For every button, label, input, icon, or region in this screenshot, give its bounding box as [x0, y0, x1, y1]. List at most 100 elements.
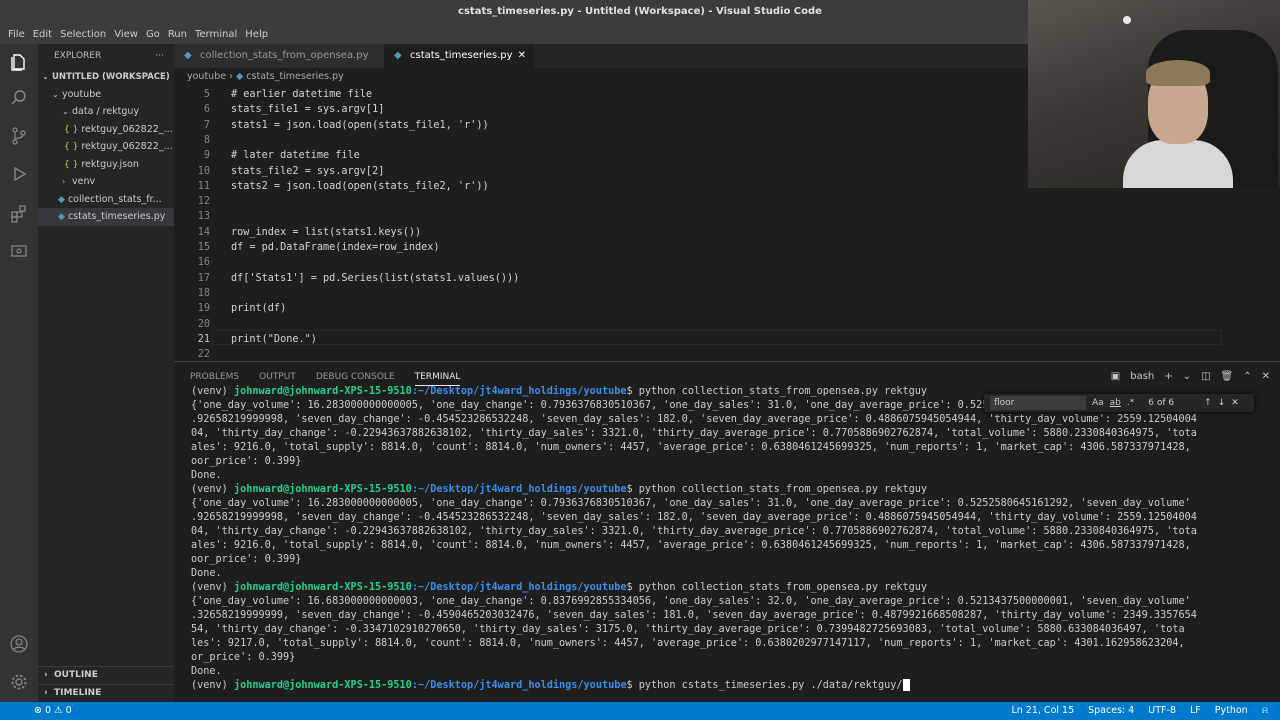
- account-icon[interactable]: [9, 634, 29, 654]
- activity-bar: [0, 44, 38, 702]
- prompt-venv: (venv): [191, 582, 234, 593]
- code-text: row_index = list(stats1.keys()): [231, 226, 422, 238]
- prompt-path: :~/Desktop/jt4ward_holdings/youtube: [411, 386, 627, 397]
- tab-cstats-timeseries[interactable]: ◆ cstats_timeseries.py ✕: [384, 44, 534, 68]
- problems-status[interactable]: ⊗ 0 ⚠ 0: [34, 702, 72, 720]
- chevron-down-icon[interactable]: ⌄: [1183, 368, 1191, 386]
- tab-collection-stats[interactable]: ◆ collection_stats_from_opensea.py: [174, 44, 384, 68]
- match-word-icon[interactable]: ab: [1110, 398, 1121, 408]
- code-line: 21 print("Done."): [174, 332, 1280, 347]
- panel-actions: ▣ bash + ⌄ ◫ 🗑 ⌃ ✕: [1111, 368, 1270, 386]
- code-line: 14 row_index = list(stats1.keys()): [174, 225, 1280, 240]
- tree-folder-youtube[interactable]: ⌄ youtube: [38, 86, 174, 104]
- search-icon[interactable]: [9, 88, 29, 108]
- outline-section[interactable]: › OUTLINE: [38, 666, 174, 683]
- split-terminal-icon[interactable]: ◫: [1201, 368, 1210, 386]
- menu-file[interactable]: File: [4, 29, 29, 40]
- trash-icon[interactable]: 🗑: [1221, 368, 1234, 386]
- menu-run[interactable]: Run: [164, 29, 191, 40]
- tree-folder-venv[interactable]: › venv: [38, 173, 174, 191]
- menu-selection[interactable]: Selection: [56, 29, 110, 40]
- line-number: 13: [197, 211, 210, 223]
- code-line: 12: [174, 194, 1280, 209]
- line-number: 20: [197, 318, 210, 330]
- tree-label: cstats_timeseries.py: [67, 211, 166, 222]
- tree-file-json[interactable]: { } rektguy.json: [38, 156, 174, 174]
- shell-select[interactable]: bash: [1130, 368, 1154, 386]
- tab-output[interactable]: OUTPUT: [259, 368, 296, 386]
- chevron-up-icon[interactable]: ⌃: [1243, 368, 1251, 386]
- menu-view[interactable]: View: [110, 29, 142, 40]
- close-icon[interactable]: ✕: [518, 44, 526, 68]
- terminal-cursor: [902, 679, 910, 691]
- more-actions-icon[interactable]: ···: [155, 44, 164, 68]
- arrow-up-icon[interactable]: ↑: [1204, 398, 1212, 408]
- python-file-icon: ◆: [235, 71, 244, 82]
- code-line: 20: [174, 317, 1280, 332]
- extensions-icon[interactable]: [9, 204, 29, 224]
- indentation[interactable]: Spaces: 4: [1088, 702, 1134, 720]
- line-ending[interactable]: LF: [1190, 702, 1201, 720]
- code-text: print("Done."): [231, 333, 317, 345]
- language-mode[interactable]: Python: [1215, 702, 1248, 720]
- line-number: 18: [197, 287, 210, 299]
- workspace-section[interactable]: ⌄ UNTITLED (WORKSPACE): [38, 68, 174, 86]
- notifications-icon[interactable]: ⍾: [1262, 702, 1268, 720]
- menu-help[interactable]: Help: [241, 29, 272, 40]
- panel-tabs: PROBLEMS OUTPUT DEBUG CONSOLE TERMINAL: [190, 368, 461, 386]
- menu-edit[interactable]: Edit: [29, 29, 56, 40]
- tree-file-py-selected[interactable]: ◆ cstats_timeseries.py: [38, 208, 174, 226]
- python-file-icon: ◆: [58, 194, 65, 205]
- find-input[interactable]: [990, 396, 1086, 410]
- run-debug-icon[interactable]: [9, 164, 29, 184]
- close-icon[interactable]: ✕: [1231, 398, 1239, 408]
- tab-terminal[interactable]: TERMINAL: [414, 368, 461, 386]
- add-terminal-icon[interactable]: +: [1164, 368, 1172, 386]
- source-control-icon[interactable]: [9, 126, 29, 146]
- terminal-output-line: .92658219999998, 'seven_day_change': -0.…: [191, 414, 1197, 425]
- python-file-icon: ◆: [58, 212, 65, 222]
- remote-icon[interactable]: [9, 242, 29, 262]
- line-number: 8: [203, 134, 210, 146]
- close-panel-icon[interactable]: ✕: [1262, 368, 1270, 386]
- menu-terminal[interactable]: Terminal: [191, 29, 241, 40]
- code-text: stats_file2 = sys.argv[2]: [231, 165, 385, 177]
- chevron-down-icon: ⌄: [52, 89, 59, 99]
- tab-label: collection_stats_from_opensea.py: [200, 50, 369, 61]
- tab-problems[interactable]: PROBLEMS: [190, 368, 239, 386]
- code-text: df['Stats1'] = pd.Series(list(stats1.val…: [231, 272, 520, 284]
- encoding[interactable]: UTF-8: [1148, 702, 1176, 720]
- prompt-path: :~/Desktop/jt4ward_holdings/youtube: [411, 680, 627, 691]
- files-icon[interactable]: [9, 52, 29, 72]
- cursor-position[interactable]: Ln 21, Col 15: [1011, 702, 1074, 720]
- arrow-down-icon[interactable]: ↓: [1218, 398, 1226, 408]
- code-text: stats1 = json.load(open(stats_file1, 'r'…: [231, 119, 489, 131]
- tree-folder-data-rektguy[interactable]: ⌄ data / rektguy: [38, 103, 174, 121]
- tab-debug-console[interactable]: DEBUG CONSOLE: [316, 368, 395, 386]
- gear-icon[interactable]: [9, 672, 29, 692]
- menu-go[interactable]: Go: [142, 29, 164, 40]
- tree-file-json[interactable]: { } rektguy_062822_...: [38, 138, 174, 156]
- line-number: 19: [197, 303, 210, 315]
- tree-file-py[interactable]: ◆ collection_stats_fr...: [38, 191, 174, 209]
- outline-label: OUTLINE: [54, 670, 98, 680]
- terminal-find-widget: Aa ab .* 6 of 6 ↑ ↓ ✕: [984, 394, 1254, 412]
- prompt-user: johnward@johnward-XPS-15-9510: [233, 386, 412, 397]
- code-line: 13: [174, 209, 1280, 224]
- tree-label: data / rektguy: [72, 106, 140, 117]
- timeline-label: TIMELINE: [54, 688, 102, 698]
- regex-icon[interactable]: .*: [1127, 398, 1134, 408]
- terminal-output-line: oor_price': 0.399}: [191, 456, 302, 467]
- tree-file-json[interactable]: { } rektguy_062822_...: [38, 121, 174, 139]
- code-text: # earlier datetime file: [231, 89, 373, 100]
- breadcrumb-folder[interactable]: youtube: [187, 71, 226, 82]
- timeline-section[interactable]: › TIMELINE: [38, 684, 174, 701]
- terminal-output[interactable]: (venv) johnward@johnward-XPS-15-9510:~/D…: [191, 385, 1277, 703]
- line-number: 10: [197, 165, 210, 177]
- line-number: 12: [197, 196, 210, 208]
- tree-label: rektguy_062822_...: [81, 141, 173, 152]
- chevron-down-icon: ⌄: [62, 107, 69, 116]
- code-line: 18: [174, 286, 1280, 301]
- match-case-icon[interactable]: Aa: [1092, 398, 1104, 408]
- breadcrumb-file[interactable]: cstats_timeseries.py: [246, 71, 343, 82]
